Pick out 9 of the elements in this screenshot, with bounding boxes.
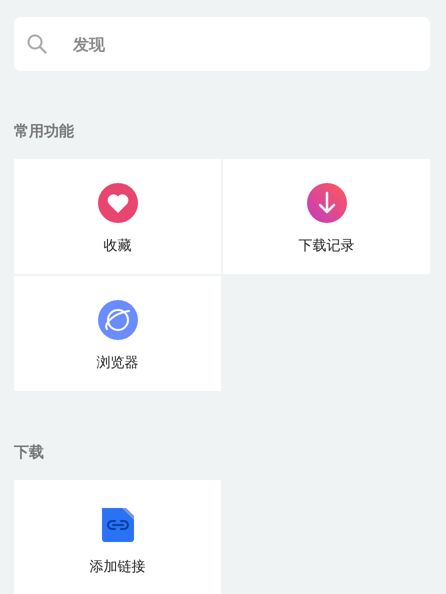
download-icon bbox=[306, 183, 346, 223]
feature-tile[interactable]: 添加链接 bbox=[14, 480, 221, 594]
section-title: 下载 bbox=[14, 442, 44, 462]
planet-icon bbox=[98, 300, 138, 340]
feature-tile[interactable]: 收藏 bbox=[14, 159, 221, 274]
feature-tile[interactable]: 浏览器 bbox=[14, 276, 221, 391]
feature-tile[interactable]: 下载记录 bbox=[223, 159, 430, 274]
section-title: 常用功能 bbox=[14, 121, 74, 141]
search-field[interactable]: 发现 bbox=[14, 17, 430, 71]
